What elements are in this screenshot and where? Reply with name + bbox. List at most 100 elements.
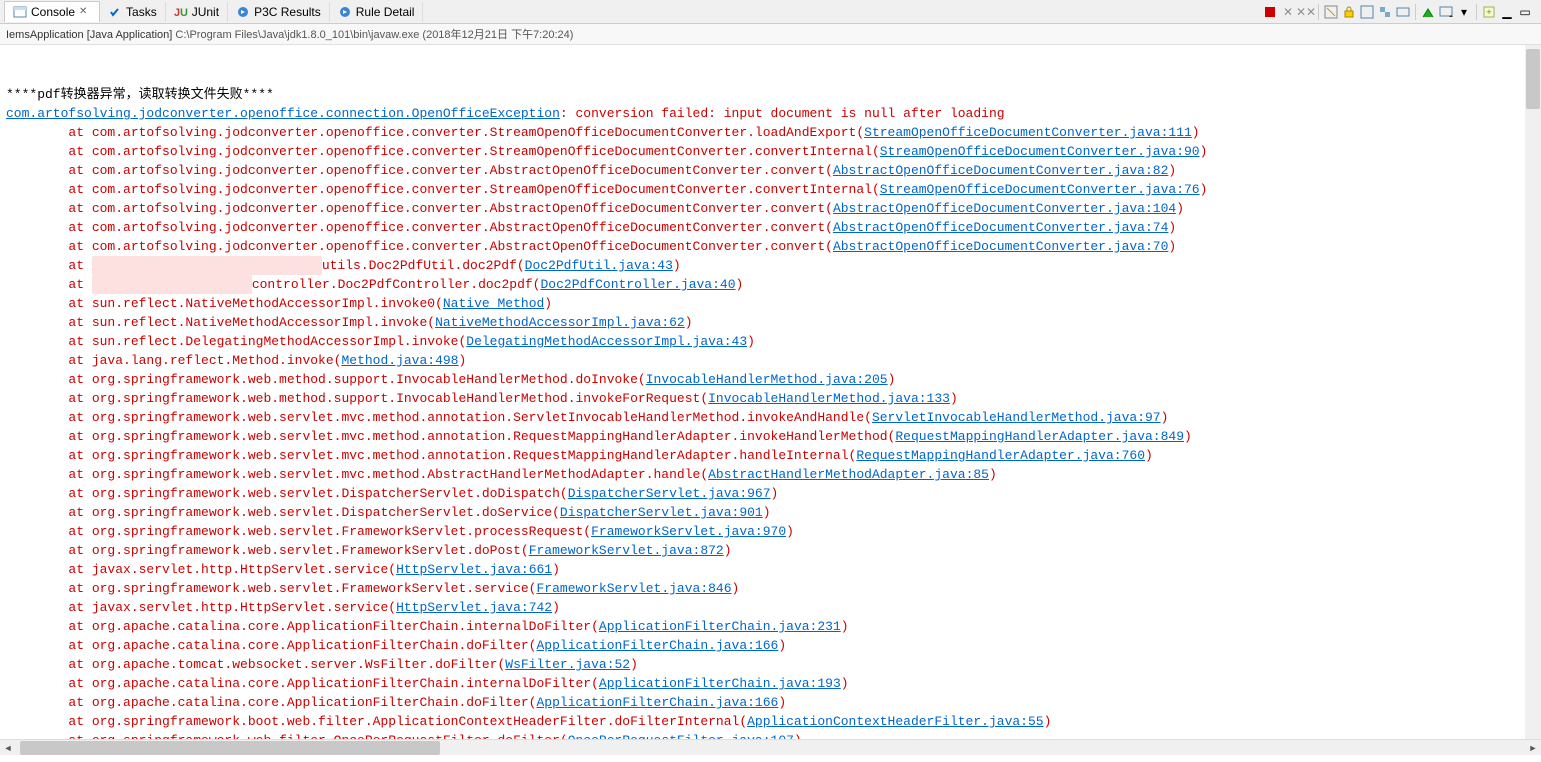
console-icon bbox=[13, 5, 27, 19]
source-link[interactable]: HttpServlet.java:742 bbox=[396, 600, 552, 615]
source-link[interactable]: DispatcherServlet.java:901 bbox=[560, 505, 763, 520]
scroll-left-icon[interactable]: ◄ bbox=[0, 740, 16, 756]
console-line: at org.apache.tomcat.websocket.server.Ws… bbox=[6, 655, 1535, 674]
source-link[interactable]: FrameworkServlet.java:970 bbox=[591, 524, 786, 539]
remove-launch-icon[interactable]: ✕ bbox=[1280, 4, 1296, 20]
scroll-lock-icon[interactable] bbox=[1341, 4, 1357, 20]
console-line: at sun.reflect.DelegatingMethodAccessorI… bbox=[6, 332, 1535, 351]
console-line: at com.artofsolving.jodconverter.openoff… bbox=[6, 180, 1535, 199]
new-console-icon[interactable]: + bbox=[1481, 4, 1497, 20]
console-line: at org.springframework.web.servlet.Frame… bbox=[6, 522, 1535, 541]
launch-header: IemsApplication [Java Application] C:\Pr… bbox=[0, 24, 1541, 45]
maximize-icon[interactable]: ▭ bbox=[1517, 4, 1533, 20]
remove-all-icon[interactable]: ✕✕ bbox=[1298, 4, 1314, 20]
source-link[interactable]: AbstractOpenOfficeDocumentConverter.java… bbox=[833, 220, 1168, 235]
junit-icon: JU bbox=[174, 5, 188, 19]
console-line: at xutils.Doc2PdfUtil.doc2Pdf(Doc2PdfUti… bbox=[6, 256, 1535, 275]
source-link[interactable]: NativeMethodAccessorImpl.java:62 bbox=[435, 315, 685, 330]
console-line: at com.artofsolving.jodconverter.openoff… bbox=[6, 199, 1535, 218]
console-line: at org.springframework.web.servlet.Frame… bbox=[6, 541, 1535, 560]
rule-icon bbox=[338, 5, 352, 19]
dropdown-arrow-icon[interactable]: ▾ bbox=[1456, 4, 1472, 20]
svg-text:U: U bbox=[180, 7, 188, 19]
open-console-icon[interactable] bbox=[1420, 4, 1436, 20]
source-link[interactable]: Native Method bbox=[443, 296, 544, 311]
source-link[interactable]: ApplicationFilterChain.java:193 bbox=[599, 676, 841, 691]
display-selected-icon[interactable] bbox=[1395, 4, 1411, 20]
console-line: at xcontroller.Doc2PdfController.doc2pdf… bbox=[6, 275, 1535, 294]
source-link[interactable]: ApplicationFilterChain.java:166 bbox=[537, 638, 779, 653]
tab-tasks[interactable]: Tasks bbox=[100, 2, 166, 22]
tab-label: Rule Detail bbox=[356, 5, 415, 19]
source-link[interactable]: Doc2PdfController.java:40 bbox=[540, 277, 735, 292]
source-link[interactable]: ApplicationContextHeaderFilter.java:55 bbox=[747, 714, 1043, 729]
source-link[interactable]: AbstractOpenOfficeDocumentConverter.java… bbox=[833, 239, 1168, 254]
redacted-text: x bbox=[92, 275, 252, 294]
horizontal-scroll-thumb[interactable] bbox=[20, 741, 440, 755]
source-link[interactable]: ApplicationFilterChain.java:166 bbox=[537, 695, 779, 710]
console-output[interactable]: ****pdf转换器异常，读取转换文件失败**** com.artofsolvin… bbox=[0, 45, 1541, 739]
tab-label: Tasks bbox=[126, 5, 157, 19]
tabs-container: Console ✕ Tasks JUJUnit P3C Results Rule Det… bbox=[4, 1, 1262, 22]
source-link[interactable]: Doc2PdfUtil.java:43 bbox=[525, 258, 673, 273]
minimize-icon[interactable]: ▁ bbox=[1499, 4, 1515, 20]
source-link[interactable]: AbstractOpenOfficeDocumentConverter.java… bbox=[833, 201, 1176, 216]
source-link[interactable]: InvocableHandlerMethod.java:205 bbox=[646, 372, 888, 387]
vertical-scrollbar[interactable] bbox=[1525, 45, 1541, 739]
source-link[interactable]: ServletInvocableHandlerMethod.java:97 bbox=[872, 410, 1161, 425]
exception-link[interactable]: com.artofsolving.jodconverter.openoffice… bbox=[6, 106, 560, 121]
source-link[interactable]: StreamOpenOfficeDocumentConverter.java:7… bbox=[880, 182, 1200, 197]
source-link[interactable]: Method.java:498 bbox=[341, 353, 458, 368]
console-line: at org.springframework.web.servlet.Dispa… bbox=[6, 484, 1535, 503]
console-line: at org.springframework.web.servlet.mvc.m… bbox=[6, 465, 1535, 484]
tab-console[interactable]: Console ✕ bbox=[4, 1, 100, 22]
pin-console-icon[interactable] bbox=[1377, 4, 1393, 20]
tasks-icon bbox=[108, 5, 122, 19]
console-line: at sun.reflect.NativeMethodAccessorImpl.… bbox=[6, 294, 1535, 313]
console-line: at javax.servlet.http.HttpServlet.servic… bbox=[6, 560, 1535, 579]
console-line: at org.springframework.web.method.suppor… bbox=[6, 389, 1535, 408]
console-line: at org.apache.catalina.core.ApplicationF… bbox=[6, 617, 1535, 636]
p3c-icon bbox=[236, 5, 250, 19]
console-line: at org.springframework.web.servlet.mvc.m… bbox=[6, 446, 1535, 465]
source-link[interactable]: DelegatingMethodAccessorImpl.java:43 bbox=[466, 334, 747, 349]
vertical-scroll-thumb[interactable] bbox=[1526, 49, 1540, 109]
console-line: at org.springframework.web.servlet.mvc.m… bbox=[6, 408, 1535, 427]
console-line: at com.artofsolving.jodconverter.openoff… bbox=[6, 237, 1535, 256]
tab-label: P3C Results bbox=[254, 5, 321, 19]
terminate-icon[interactable] bbox=[1262, 4, 1278, 20]
scroll-right-icon[interactable]: ► bbox=[1525, 740, 1541, 756]
horizontal-scrollbar[interactable]: ◄ ► bbox=[0, 739, 1541, 755]
source-link[interactable]: FrameworkServlet.java:872 bbox=[529, 543, 724, 558]
console-line: at org.springframework.web.servlet.Dispa… bbox=[6, 503, 1535, 522]
launch-path: C:\Program Files\Java\jdk1.8.0_101\bin\j… bbox=[175, 29, 573, 41]
source-link[interactable]: StreamOpenOfficeDocumentConverter.java:1… bbox=[864, 125, 1192, 140]
source-link[interactable]: AbstractHandlerMethodAdapter.java:85 bbox=[708, 467, 989, 482]
source-link[interactable]: ApplicationFilterChain.java:231 bbox=[599, 619, 841, 634]
source-link[interactable]: FrameworkServlet.java:846 bbox=[537, 581, 732, 596]
source-link[interactable]: InvocableHandlerMethod.java:133 bbox=[708, 391, 950, 406]
source-link[interactable]: StreamOpenOfficeDocumentConverter.java:9… bbox=[880, 144, 1200, 159]
source-link[interactable]: RequestMappingHandlerAdapter.java:849 bbox=[895, 429, 1184, 444]
console-line: at org.springframework.web.filter.OncePe… bbox=[6, 731, 1535, 739]
view-tab-bar: Console ✕ Tasks JUJUnit P3C Results Rule Det… bbox=[0, 0, 1541, 24]
console-line: at com.artofsolving.jodconverter.openoff… bbox=[6, 161, 1535, 180]
console-line: at com.artofsolving.jodconverter.openoff… bbox=[6, 218, 1535, 237]
clear-console-icon[interactable] bbox=[1323, 4, 1339, 20]
source-link[interactable]: RequestMappingHandlerAdapter.java:760 bbox=[856, 448, 1145, 463]
close-icon[interactable]: ✕ bbox=[79, 6, 91, 18]
source-link[interactable]: HttpServlet.java:661 bbox=[396, 562, 552, 577]
console-line: at org.springframework.web.servlet.Frame… bbox=[6, 579, 1535, 598]
console-toolbar: ✕ ✕✕ ▾ + ▁ ▭ bbox=[1262, 4, 1537, 20]
console-line: ****pdf转换器异常，读取转换文件失败**** bbox=[6, 85, 1535, 104]
tab-p3c-results[interactable]: P3C Results bbox=[228, 2, 330, 22]
console-line: at com.artofsolving.jodconverter.openoff… bbox=[6, 142, 1535, 161]
console-dropdown-icon[interactable] bbox=[1438, 4, 1454, 20]
console-line: at com.artofsolving.jodconverter.openoff… bbox=[6, 123, 1535, 142]
source-link[interactable]: DispatcherServlet.java:967 bbox=[568, 486, 771, 501]
word-wrap-icon[interactable] bbox=[1359, 4, 1375, 20]
source-link[interactable]: WsFilter.java:52 bbox=[505, 657, 630, 672]
tab-rule-detail[interactable]: Rule Detail bbox=[330, 2, 424, 22]
tab-junit[interactable]: JUJUnit bbox=[166, 2, 228, 22]
source-link[interactable]: AbstractOpenOfficeDocumentConverter.java… bbox=[833, 163, 1168, 178]
